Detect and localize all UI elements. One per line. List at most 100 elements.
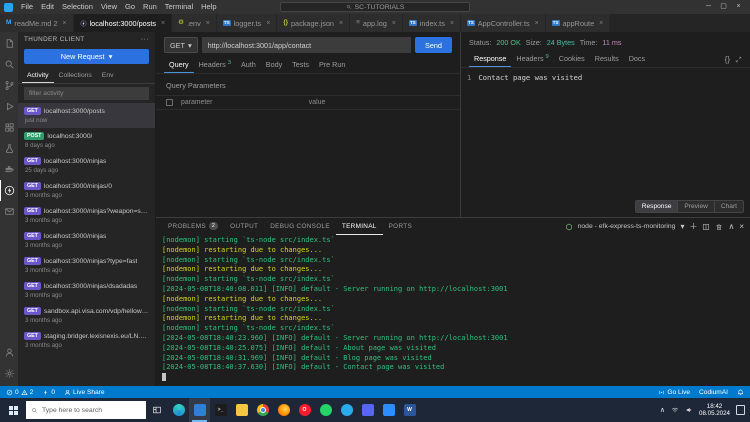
editor-tab[interactable]: MreadMe.md 2× [0,14,74,32]
speaker-icon[interactable] [685,406,693,414]
account-icon[interactable] [0,342,18,363]
close-tab-icon[interactable]: × [392,20,396,27]
close-panel-icon[interactable]: × [739,222,744,231]
panel-tab-debug-console[interactable]: DEBUG CONSOLE [264,218,336,235]
problems-status[interactable]: 0 2 [6,389,33,396]
notification-center-icon[interactable] [736,405,745,415]
menu-help[interactable]: Help [197,0,220,14]
thunder-client-icon[interactable] [0,180,18,201]
request-tab-query[interactable]: Query [164,57,194,73]
terminal-session-label[interactable]: node - efk-express-ts-monitoring [578,223,676,230]
sidebar-more-icon[interactable]: ··· [141,36,149,43]
minimize-icon[interactable]: ─ [701,0,716,14]
terminal-taskbar-button[interactable]: >_ [210,398,231,422]
view-chart-button[interactable]: Chart [715,201,743,212]
taskbar-clock[interactable]: 18:42 08.05.2024 [699,403,730,418]
expand-icon[interactable] [735,56,742,63]
editor-tab[interactable]: TSappRoute× [546,14,611,32]
close-tab-icon[interactable]: × [206,20,210,27]
new-request-button[interactable]: New Request ▾ [24,49,149,64]
menu-terminal[interactable]: Terminal [161,0,197,14]
vscode-taskbar-button[interactable] [189,398,210,422]
close-tab-icon[interactable]: × [535,20,539,27]
editor-tab[interactable]: TSlogger.ts× [217,14,277,32]
chevron-down-icon[interactable]: ▾ [680,222,684,231]
history-item[interactable]: POSTlocalhost:3000/8 days ago [18,128,155,153]
send-button[interactable]: Send [415,37,452,53]
request-tab-body[interactable]: Body [261,57,287,73]
request-tab-auth[interactable]: Auth [236,57,261,73]
extensions-icon[interactable] [0,117,18,138]
zoom-taskbar-button[interactable] [378,398,399,422]
start-button[interactable] [0,398,26,422]
split-terminal-icon[interactable] [702,223,710,231]
menu-view[interactable]: View [97,0,121,14]
notifications-button[interactable] [737,389,744,396]
close-tab-icon[interactable]: × [450,20,454,27]
view-preview-button[interactable]: Preview [678,201,714,212]
history-item[interactable]: GETlocalhost:3000/ninjas25 days ago [18,153,155,178]
editor-tab[interactable]: localhost:3000/posts× [74,14,173,32]
go-live-button[interactable]: Go Live [658,389,690,396]
editor-tab[interactable]: TSindex.ts× [403,14,461,32]
tray-expand-icon[interactable]: ∧ [660,406,665,414]
select-all-checkbox[interactable] [166,99,173,106]
close-tab-icon[interactable]: × [266,20,270,27]
braces-icon[interactable]: {} [725,55,730,64]
panel-tab-output[interactable]: OUTPUT [224,218,264,235]
firefox-taskbar-button[interactable] [273,398,294,422]
file-explorer-taskbar-button[interactable] [231,398,252,422]
sidebar-tab-env[interactable]: Env [97,68,119,83]
request-url-input[interactable] [202,37,411,53]
testing-icon[interactable] [0,138,18,159]
edge-taskbar-button[interactable] [168,398,189,422]
close-window-icon[interactable]: × [731,0,746,14]
panel-tab-problems[interactable]: PROBLEMS2 [162,218,224,235]
search-icon[interactable] [0,54,18,75]
task-view-button[interactable] [146,398,168,422]
close-tab-icon[interactable]: × [62,20,66,27]
explorer-icon[interactable] [0,33,18,54]
run-debug-icon[interactable] [0,96,18,117]
new-terminal-icon[interactable]: ＋ [689,221,697,232]
discord-taskbar-button[interactable] [357,398,378,422]
telegram-taskbar-button[interactable] [336,398,357,422]
panel-tab-ports[interactable]: PORTS [383,218,418,235]
docker-icon[interactable] [0,159,18,180]
title-search-box[interactable]: SC-TUTORIALS [280,2,470,12]
close-tab-icon[interactable]: × [161,20,165,27]
menu-file[interactable]: File [17,0,37,14]
history-item[interactable]: GETlocalhost:3000/ninjas?type=fast3 mont… [18,253,155,278]
menu-selection[interactable]: Selection [58,0,97,14]
history-item[interactable]: GETlocalhost:3000/ninjas3 months ago [18,228,155,253]
view-response-button[interactable]: Response [636,201,679,212]
word-taskbar-button[interactable]: W [399,398,420,422]
response-tab-cookies[interactable]: Cookies [554,51,590,67]
request-tab-pre-run[interactable]: Pre Run [314,57,350,73]
request-tab-headers[interactable]: Headers3 [194,57,236,73]
thunder-status[interactable]: 0 [42,389,55,396]
trash-icon[interactable] [715,223,723,231]
menu-edit[interactable]: Edit [37,0,58,14]
maximize-panel-icon[interactable]: ∧ [728,222,734,231]
response-tab-headers[interactable]: Headers9 [511,51,553,67]
history-item[interactable]: GETlocalhost:3000/ninjas/dsadadas3 month… [18,278,155,303]
close-tab-icon[interactable]: × [599,20,603,27]
close-tab-icon[interactable]: × [339,20,343,27]
editor-tab[interactable]: ⚙.env× [172,14,217,32]
sidebar-tab-activity[interactable]: Activity [22,68,54,83]
settings-icon[interactable] [0,363,18,384]
filter-activity-input[interactable] [24,87,149,100]
wifi-icon[interactable] [671,406,679,414]
response-tab-response[interactable]: Response [469,51,511,67]
response-tab-results[interactable]: Results [590,51,624,67]
maximize-icon[interactable]: ▢ [716,0,731,14]
editor-tab[interactable]: ≡app.log× [350,14,403,32]
menu-go[interactable]: Go [121,0,139,14]
menu-run[interactable]: Run [139,0,161,14]
history-item[interactable]: GETlocalhost:3000/ninjas?weapon=stars3 m… [18,203,155,228]
response-tab-docs[interactable]: Docs [624,51,650,67]
source-control-icon[interactable] [0,75,18,96]
history-item[interactable]: GETlocalhost:3000/ninjas/03 months ago [18,178,155,203]
request-tab-tests[interactable]: Tests [287,57,314,73]
